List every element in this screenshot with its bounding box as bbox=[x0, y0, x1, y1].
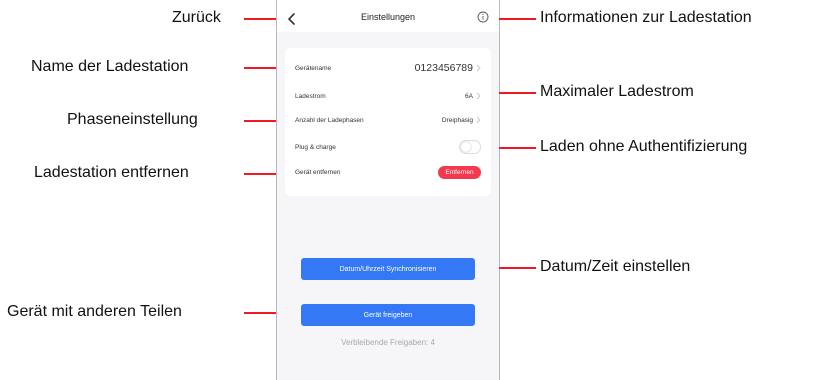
annotation-current: Maximaler Ladestrom bbox=[540, 83, 694, 100]
annotation-line-share bbox=[244, 312, 276, 314]
row-label-remove-device: Gerät entfernen bbox=[295, 168, 341, 176]
annotation-line-datetime bbox=[499, 267, 536, 269]
annotation-remove: Ladestation entfernen bbox=[34, 164, 189, 181]
charging-current-value: 6A bbox=[465, 92, 473, 100]
row-remove-device: Gerät entfernen Entfernen bbox=[295, 162, 481, 182]
settings-card: Gerätename 0123456789 Ladestrom 6A Anzah… bbox=[285, 48, 491, 196]
info-circle-icon[interactable] bbox=[477, 11, 489, 23]
row-label-device-name: Gerätename bbox=[295, 64, 332, 72]
row-label-charging-phases: Anzahl der Ladephasen bbox=[295, 116, 364, 124]
page-title: Einstellungen bbox=[360, 12, 416, 22]
remove-device-button[interactable]: Entfernen bbox=[438, 165, 481, 179]
annotation-line-back bbox=[244, 18, 276, 20]
annotation-line-name bbox=[244, 67, 276, 69]
annotation-back: Zurück bbox=[172, 9, 221, 26]
row-device-name[interactable]: Gerätename 0123456789 bbox=[295, 58, 481, 78]
phone-screen: Einstellungen Gerätename 0123456789 Lade… bbox=[276, 0, 500, 380]
chevron-right-icon bbox=[476, 116, 481, 124]
annotation-info: Informationen zur Ladestation bbox=[540, 9, 752, 26]
row-label-charging-current: Ladestrom bbox=[295, 92, 326, 100]
chevron-right-icon bbox=[476, 64, 481, 72]
annotation-line-remove bbox=[244, 173, 276, 175]
device-name-value: 0123456789 bbox=[414, 62, 473, 74]
annotation-line-phase bbox=[244, 120, 276, 122]
annotation-plug: Laden ohne Authentifizierung bbox=[540, 138, 748, 155]
annotation-line-plug bbox=[499, 147, 536, 149]
annotation-name: Name der Ladestation bbox=[31, 58, 189, 75]
charging-phases-value: Dreiphasig bbox=[441, 116, 473, 124]
chevron-right-icon bbox=[476, 92, 481, 100]
header-bar: Einstellungen bbox=[277, 8, 499, 32]
sync-datetime-button[interactable]: Datum/Uhrzeit Synchronisieren bbox=[301, 258, 475, 280]
row-charging-current[interactable]: Ladestrom 6A bbox=[295, 86, 481, 106]
annotation-datetime: Datum/Zeit einstellen bbox=[540, 258, 691, 275]
plug-and-charge-toggle[interactable] bbox=[459, 140, 481, 154]
row-label-plug-and-charge: Plug & charge bbox=[295, 143, 336, 151]
share-device-button[interactable]: Gerät freigeben bbox=[301, 304, 475, 326]
remaining-shares-text: Verbleibende Freigaben: 4 bbox=[341, 338, 435, 347]
row-plug-and-charge: Plug & charge bbox=[295, 137, 481, 157]
toggle-knob bbox=[461, 142, 471, 152]
row-charging-phases[interactable]: Anzahl der Ladephasen Dreiphasig bbox=[295, 110, 481, 130]
annotation-share: Gerät mit anderen Teilen bbox=[7, 303, 182, 320]
annotation-phase: Phaseneinstellung bbox=[67, 111, 198, 128]
annotation-line-info bbox=[499, 18, 536, 20]
annotation-line-current bbox=[499, 92, 536, 94]
